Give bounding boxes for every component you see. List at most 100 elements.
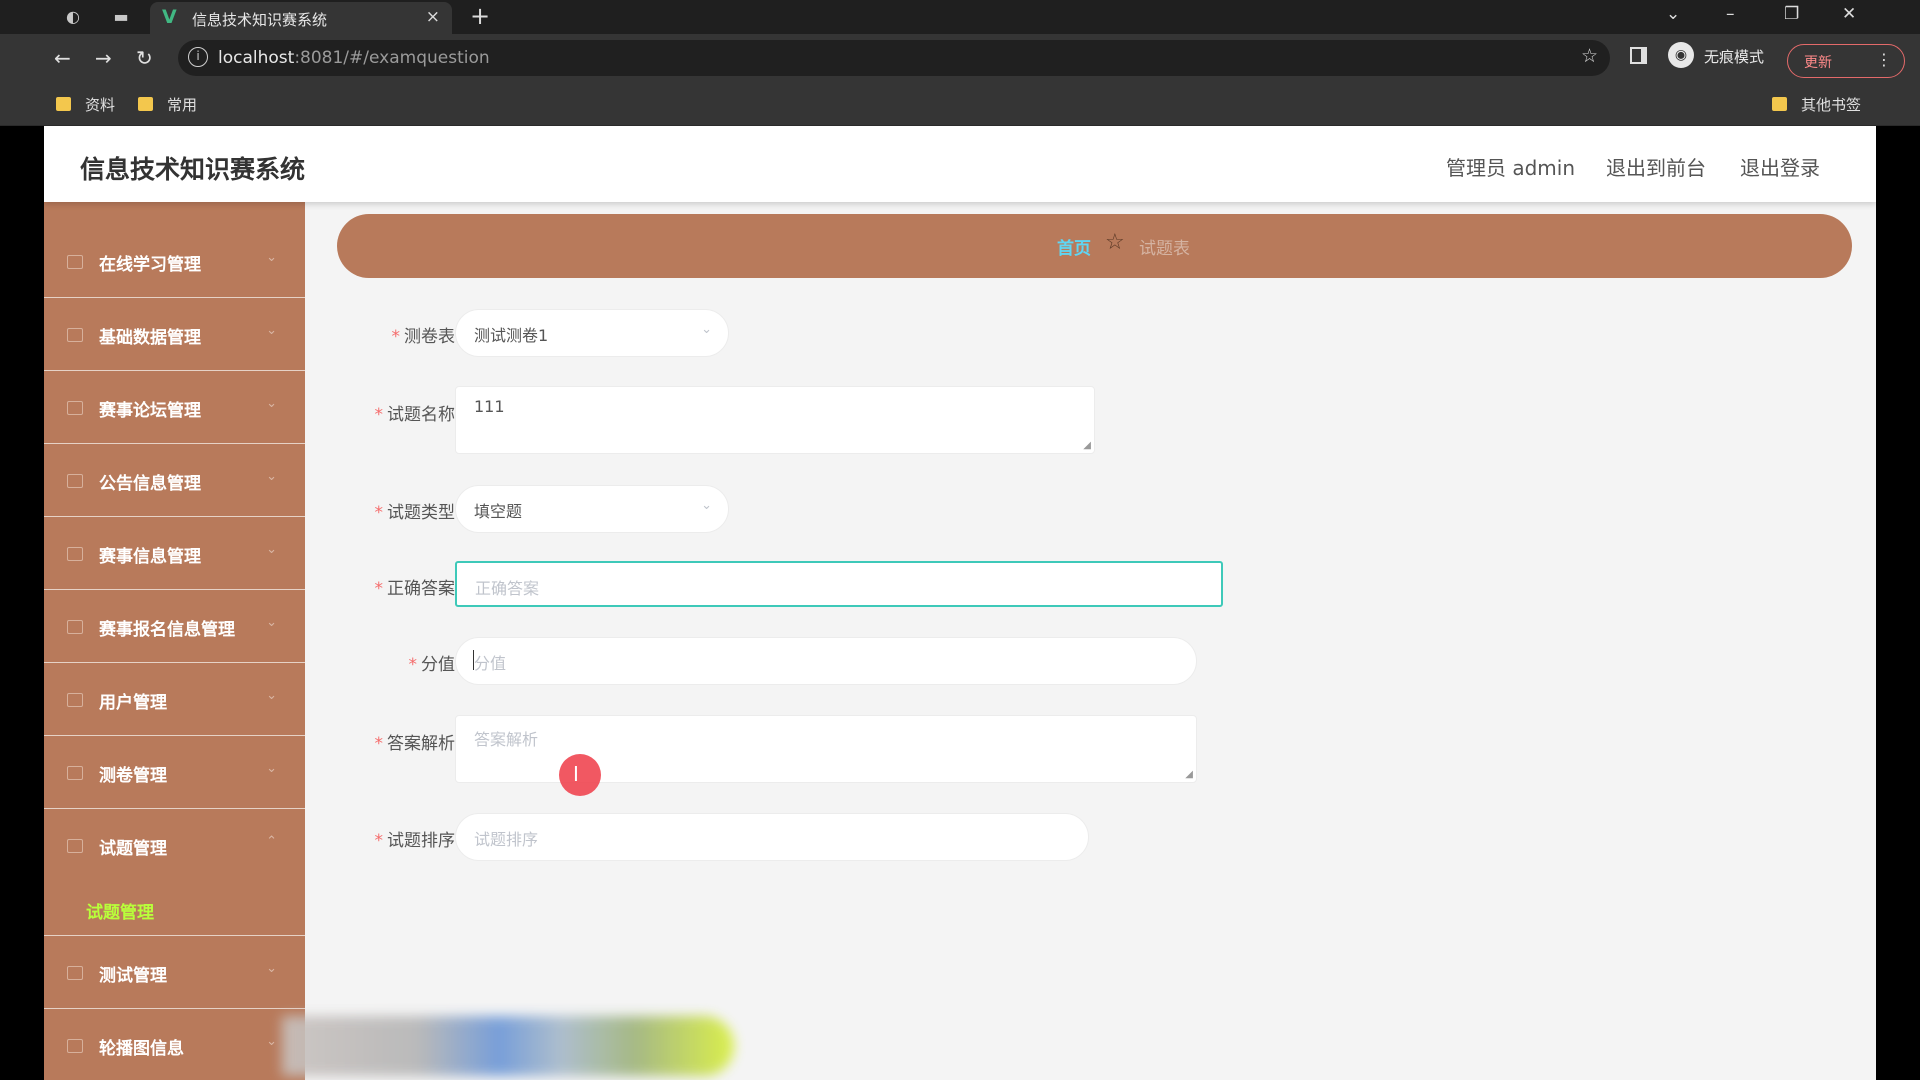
sidebar-item-notice[interactable]: 公告信息管理 ⌄	[44, 445, 305, 517]
admin-label: 管理员 admin	[1446, 156, 1576, 180]
menu-icon	[67, 693, 83, 707]
site-info-icon[interactable]: i	[188, 47, 208, 67]
tab-close-icon[interactable]: ×	[426, 7, 440, 27]
correct-answer-input[interactable]: 正确答案	[455, 561, 1223, 607]
side-panel-icon[interactable]	[1630, 47, 1647, 64]
required-mark: *	[408, 655, 418, 675]
required-mark: *	[391, 327, 401, 347]
sidebar-item-online-learning[interactable]: 在线学习管理 ⌄	[44, 226, 305, 298]
question-type-label: * 试题类型	[345, 498, 456, 523]
question-name-textarea[interactable]: 111 ◢	[455, 386, 1095, 454]
sidebar-item-label: 测试管理	[99, 966, 167, 986]
menu-icon	[67, 474, 83, 488]
sidebar-item-forum[interactable]: 赛事论坛管理 ⌄	[44, 372, 305, 444]
window-close-icon[interactable]: ✕	[1842, 4, 1856, 24]
resize-handle-icon[interactable]: ◢	[1083, 440, 1091, 451]
sidebar-item-label: 赛事报名信息管理	[99, 620, 235, 640]
sidebar-item-label: 测卷管理	[99, 766, 167, 786]
sort-label: * 试题排序	[345, 826, 456, 851]
menu-icon	[67, 966, 83, 980]
sidebar-subitem-questions[interactable]: 试题管理	[44, 882, 305, 936]
sidebar-item-label: 赛事论坛管理	[99, 401, 201, 421]
textarea-value: 111	[474, 397, 505, 416]
vue-logo-icon: V	[162, 6, 177, 28]
score-input[interactable]: 分值	[455, 637, 1197, 685]
sidebar-item-label: 公告信息管理	[99, 474, 201, 494]
label-text: 测卷表	[404, 327, 455, 347]
bookmarks-bar: 资料 常用 其他书签	[0, 84, 1920, 126]
sidebar-item-registration[interactable]: 赛事报名信息管理 ⌄	[44, 591, 305, 663]
analysis-label: * 答案解析	[345, 729, 456, 754]
reload-icon[interactable]: ↻	[136, 46, 153, 70]
back-icon[interactable]: ←	[54, 46, 71, 70]
bookmark-label: 常用	[167, 96, 198, 114]
chevron-down-icon: ⌄	[701, 498, 712, 513]
menu-icon	[67, 401, 83, 415]
resize-handle-icon[interactable]: ◢	[1185, 769, 1193, 780]
chevron-down-icon: ⌄	[266, 961, 277, 976]
chevron-down-icon: ⌄	[266, 688, 277, 703]
required-mark: *	[374, 734, 384, 754]
correct-answer-label: * 正确答案	[345, 574, 456, 599]
textarea-placeholder: 答案解析	[474, 730, 539, 749]
minimize-icon[interactable]: –	[1726, 4, 1735, 24]
blurred-action-buttons	[282, 1016, 734, 1076]
more-menu-icon[interactable]: ⋮	[1876, 50, 1892, 69]
forward-icon[interactable]: →	[95, 46, 112, 70]
sidebar-item-label: 轮播图信息	[99, 1039, 184, 1059]
globe-icon[interactable]: ◐	[62, 6, 84, 28]
sidebar-item-basic-data[interactable]: 基础数据管理 ⌄	[44, 299, 305, 371]
required-mark: *	[374, 579, 384, 599]
bookmark-folder-ziliao[interactable]: 资料	[56, 94, 115, 115]
label-text: 分值	[421, 655, 455, 675]
tab-search-icon[interactable]: ▬	[110, 6, 132, 28]
question-type-select[interactable]: 填空题 ⌄	[455, 485, 729, 533]
url-text[interactable]: localhost:8081/#/examquestion	[218, 48, 490, 68]
required-mark: *	[374, 503, 384, 523]
back-to-front-link[interactable]: 退出到前台	[1606, 152, 1706, 181]
menu-icon	[67, 1039, 83, 1053]
bookmark-star-icon[interactable]: ☆	[1581, 45, 1598, 67]
app-header: 信息技术知识赛系统 管理员 admin 退出到前台 退出登录	[44, 126, 1876, 202]
chevron-down-icon: ⌄	[266, 542, 277, 557]
exam-paper-label: * 测卷表	[345, 322, 456, 347]
sidebar-item-label: 基础数据管理	[99, 328, 201, 348]
update-button[interactable]: 更新 ⋮	[1787, 44, 1905, 78]
folder-icon	[56, 97, 71, 111]
required-mark: *	[374, 831, 384, 851]
exam-paper-select[interactable]: 测试测卷1 ⌄	[455, 309, 729, 357]
chevron-down-icon: ⌄	[266, 396, 277, 411]
chevron-down-icon: ⌄	[266, 323, 277, 338]
sidebar-item-exam-papers[interactable]: 测卷管理 ⌄	[44, 737, 305, 809]
url-host: localhost	[218, 48, 295, 68]
url-bar[interactable]: i localhost:8081/#/examquestion ☆	[178, 40, 1610, 76]
menu-icon	[67, 328, 83, 342]
folder-icon	[1772, 97, 1787, 111]
breadcrumb-home[interactable]: 首页	[1057, 234, 1091, 259]
sidebar-item-label: 在线学习管理	[99, 255, 201, 275]
sidebar-item-users[interactable]: 用户管理 ⌄	[44, 664, 305, 736]
breadcrumb: 首页 ☆ 试题表	[337, 214, 1852, 278]
app-window: 信息技术知识赛系统 管理员 admin 退出到前台 退出登录 在线学习管理 ⌄ 基…	[44, 126, 1876, 1080]
sidebar-item-label: 赛事信息管理	[99, 547, 201, 567]
sidebar-item-questions[interactable]: 试题管理 ⌃	[44, 810, 305, 882]
menu-icon	[67, 839, 83, 853]
bookmark-label: 资料	[85, 96, 116, 114]
new-tab-button[interactable]: +	[470, 2, 490, 30]
chevron-down-icon: ⌄	[266, 250, 277, 265]
sidebar-item-carousel[interactable]: 轮播图信息 ⌄	[44, 1010, 305, 1080]
logout-link[interactable]: 退出登录	[1740, 152, 1820, 181]
label-text: 试题名称	[387, 405, 455, 425]
other-bookmarks[interactable]: 其他书签	[1772, 94, 1861, 115]
tab-list-dropdown-icon[interactable]: ⌄	[1666, 4, 1680, 24]
sort-input[interactable]: 试题排序	[455, 813, 1089, 861]
restore-icon[interactable]: ❐	[1784, 4, 1799, 24]
sidebar-item-event-info[interactable]: 赛事信息管理 ⌄	[44, 518, 305, 590]
screen-edge	[1876, 126, 1920, 1080]
sidebar-item-tests[interactable]: 测试管理 ⌄	[44, 937, 305, 1009]
sidebar: 在线学习管理 ⌄ 基础数据管理 ⌄ 赛事论坛管理 ⌄ 公告信息管理 ⌄ 赛事信息管理 ⌄ …	[44, 202, 305, 1080]
browser-tab-active[interactable]: V 信息技术知识赛系统 ×	[150, 2, 452, 34]
chevron-down-icon: ⌄	[266, 469, 277, 484]
breadcrumb-current: 试题表	[1139, 239, 1190, 259]
bookmark-folder-changyong[interactable]: 常用	[138, 94, 197, 115]
